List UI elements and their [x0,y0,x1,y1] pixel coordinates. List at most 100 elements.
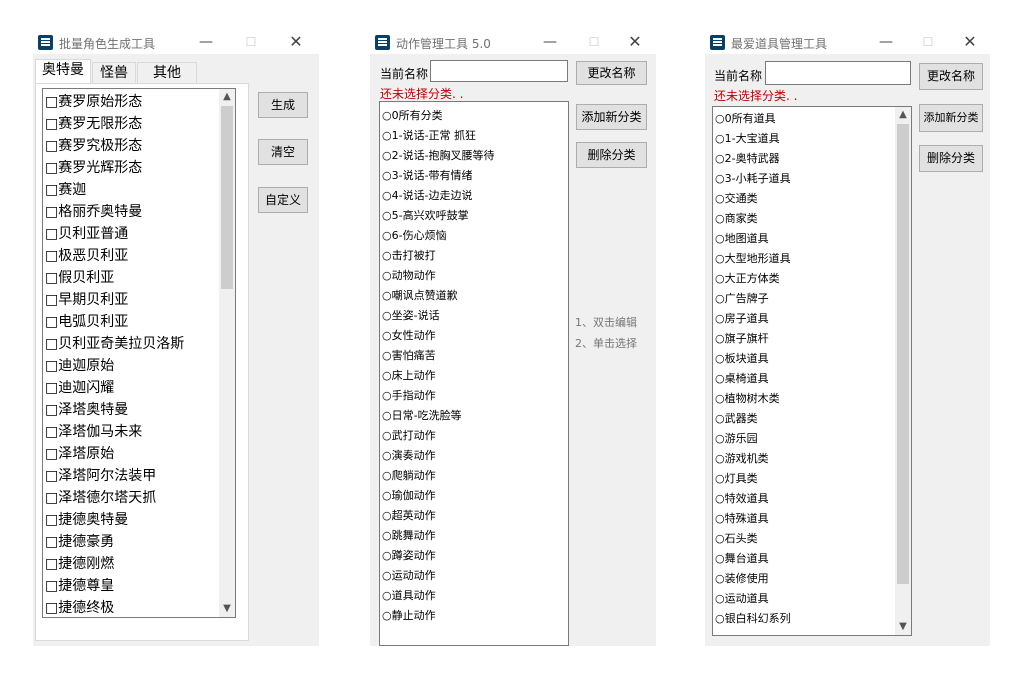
category-item[interactable]: ○3-小耗子道具 [715,169,893,189]
category-item[interactable]: ○大正方体类 [715,269,893,289]
category-item[interactable]: ○交通类 [715,189,893,209]
category-item[interactable]: ○广告牌子 [715,289,893,309]
category-item[interactable]: ○商家类 [715,209,893,229]
action-category-list[interactable]: ○0所有分类 ○1-说话-正常 抓狂 ○2-说话-抱胸叉腰等待 ○3-说话-带有情绪 ○… [379,101,569,646]
current-name-input[interactable] [430,60,568,82]
prop-category-list[interactable]: ○0所有道具 ○1-大宝道具 ○2-奥特武器 ○3-小耗子道具 ○交通类 ○商家类 ○地图道… [712,106,912,636]
tab-ultraman[interactable]: 奥特曼 [35,59,91,83]
checklist-item[interactable]: □赛迦 [45,179,217,201]
category-item[interactable]: ○1-大宝道具 [715,129,893,149]
category-item[interactable]: ○1-说话-正常 抓狂 [382,126,566,146]
category-item[interactable]: ○跳舞动作 [382,526,566,546]
delete-category-button[interactable]: 删除分类 [919,145,983,172]
maximize-button[interactable]: ☐ [234,31,268,53]
category-item[interactable]: ○道具动作 [382,586,566,606]
category-item[interactable]: ○日常-吃洗脸等 [382,406,566,426]
category-item[interactable]: ○游戏机类 [715,449,893,469]
category-item[interactable]: ○舞台道具 [715,549,893,569]
delete-category-button[interactable]: 删除分类 [576,142,647,168]
close-button[interactable]: ✕ [953,31,987,53]
close-button[interactable]: ✕ [618,31,652,53]
checklist-item[interactable]: □早期贝利亚 [45,289,217,311]
category-item[interactable]: ○特殊道具 [715,509,893,529]
category-item[interactable]: ○女性动作 [382,326,566,346]
scroll-down-icon[interactable]: ▼ [219,601,235,617]
category-item[interactable]: ○石头类 [715,529,893,549]
checklist-item[interactable]: □赛罗无限形态 [45,113,217,135]
checklist-item[interactable]: □贝利亚普通 [45,223,217,245]
checklist-item[interactable]: □赛罗原始形态 [45,91,217,113]
category-item[interactable]: ○床上动作 [382,366,566,386]
category-item[interactable]: ○装修使用 [715,569,893,589]
category-item[interactable]: ○演奏动作 [382,446,566,466]
tab-other[interactable]: 其他 [137,62,197,83]
checklist-item[interactable]: □捷德奥特曼 [45,509,217,531]
vertical-scrollbar[interactable]: ▲ ▼ [219,89,235,617]
category-item[interactable]: ○0所有分类 [382,106,566,126]
category-item[interactable]: ○4-说话-边走边说 [382,186,566,206]
checklist-item[interactable]: □迪迦闪耀 [45,377,217,399]
category-item[interactable]: ○0所有道具 [715,109,893,129]
scroll-thumb[interactable] [221,106,233,289]
scroll-up-icon[interactable]: ▲ [895,107,911,123]
category-item[interactable]: ○运动道具 [715,589,893,609]
category-item[interactable]: ○手指动作 [382,386,566,406]
checklist-item[interactable]: □电弧贝利亚 [45,311,217,333]
tab-monster[interactable]: 怪兽 [92,62,136,83]
category-item[interactable]: ○游乐园 [715,429,893,449]
minimize-button[interactable]: — [189,31,223,53]
checklist-item[interactable]: □极恶贝利亚 [45,245,217,267]
category-item[interactable]: ○地图道具 [715,229,893,249]
maximize-button[interactable]: ☐ [577,31,611,53]
category-item[interactable]: ○3-说话-带有情绪 [382,166,566,186]
checklist-item[interactable]: □泽塔阿尔法装甲 [45,465,217,487]
category-item[interactable]: ○动物动作 [382,266,566,286]
checklist-item[interactable]: □假贝利亚 [45,267,217,289]
category-item[interactable]: ○房子道具 [715,309,893,329]
checklist-item[interactable]: □格丽乔奥特曼 [45,201,217,223]
scroll-down-icon[interactable]: ▼ [895,619,911,635]
category-item[interactable]: ○运动动作 [382,566,566,586]
category-item[interactable]: ○旗子旗杆 [715,329,893,349]
rename-button[interactable]: 更改名称 [919,63,983,90]
category-item[interactable]: ○6-伤心烦恼 [382,226,566,246]
category-item[interactable]: ○板块道具 [715,349,893,369]
category-item[interactable]: ○5-高兴欢呼鼓掌 [382,206,566,226]
minimize-button[interactable]: — [533,31,567,53]
checklist-item[interactable]: □泽塔奥特曼 [45,399,217,421]
add-category-button[interactable]: 添加新分类 [919,104,983,132]
checklist-item[interactable]: □泽塔德尔塔天抓 [45,487,217,509]
category-item[interactable]: ○嘲讽点赞道歉 [382,286,566,306]
category-item[interactable]: ○击打被打 [382,246,566,266]
close-button[interactable]: ✕ [279,31,313,53]
category-item[interactable]: ○2-奥特武器 [715,149,893,169]
category-item[interactable]: ○银白科幻系列 [715,609,893,629]
title-bar[interactable]: 动作管理工具 5.0 — ☐ ✕ [370,30,656,54]
title-bar[interactable]: 批量角色生成工具 — ☐ ✕ [33,30,319,54]
category-item[interactable]: ○植物树木类 [715,389,893,409]
category-item[interactable]: ○2-说话-抱胸叉腰等待 [382,146,566,166]
checklist-item[interactable]: □贝利亚奇美拉贝洛斯 [45,333,217,355]
maximize-button[interactable]: ☐ [911,31,945,53]
character-checklist[interactable]: □赛罗原始形态 □赛罗无限形态 □赛罗究极形态 □赛罗光辉形态 □赛迦 □格丽乔奥特曼 □贝… [42,88,236,618]
category-item[interactable]: ○静止动作 [382,606,566,626]
checklist-item[interactable]: □捷德终极 [45,597,217,617]
add-category-button[interactable]: 添加新分类 [576,104,647,130]
custom-button[interactable]: 自定义 [258,187,308,213]
checklist-item[interactable]: □赛罗究极形态 [45,135,217,157]
checklist-item[interactable]: □捷德豪勇 [45,531,217,553]
category-item[interactable]: ○爬躺动作 [382,466,566,486]
category-item[interactable]: ○瑜伽动作 [382,486,566,506]
category-item[interactable]: ○灯具类 [715,469,893,489]
checklist-item[interactable]: □泽塔原始 [45,443,217,465]
minimize-button[interactable]: — [869,31,903,53]
category-item[interactable]: ○坐姿-说话 [382,306,566,326]
category-item[interactable]: ○特效道具 [715,489,893,509]
scroll-thumb[interactable] [897,124,909,584]
category-item[interactable]: ○武器类 [715,409,893,429]
category-item[interactable]: ○武打动作 [382,426,566,446]
scroll-up-icon[interactable]: ▲ [219,89,235,105]
current-name-input[interactable] [765,61,911,85]
clear-button[interactable]: 清空 [258,139,308,165]
checklist-item[interactable]: □赛罗光辉形态 [45,157,217,179]
